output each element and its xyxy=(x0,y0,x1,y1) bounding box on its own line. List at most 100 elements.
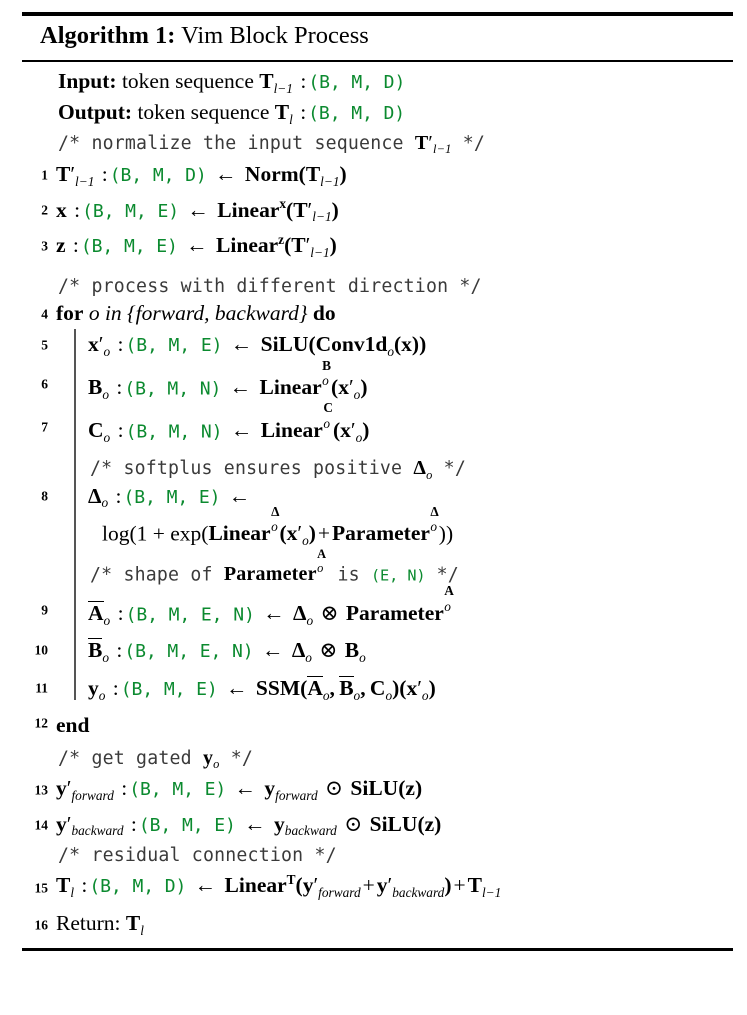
colon: : xyxy=(121,776,128,801)
line-number: 3 xyxy=(41,238,48,254)
keyword-for: for xyxy=(56,300,84,325)
line-5-lhs: x′o xyxy=(88,332,111,360)
line-15-lhs: Tl xyxy=(56,873,75,901)
line-6-rhs: Linear Bo (x′o) xyxy=(259,357,368,402)
algo-line-11: 11 yo : (B, M, E) ← SSM(Ao, Bo, Co)(x′o) xyxy=(22,669,733,707)
algo-line-3: 3 z : (B, M, E) ← Linearz(T′l−1) xyxy=(22,228,733,264)
assign-arrow: ← xyxy=(244,811,266,836)
line-6-shape: (B, M, N) xyxy=(124,378,222,400)
line-8-linear: Linear Δo (x′o) xyxy=(208,503,316,549)
comment-residual: /* residual connection */ xyxy=(22,843,733,869)
odot-icon: ⊙ xyxy=(325,776,344,801)
line-number: 4 xyxy=(41,305,48,321)
keyword-do: do xyxy=(312,300,336,325)
keyword-end: end xyxy=(56,713,90,738)
output-text: token sequence xyxy=(137,100,270,125)
for-loop-body: 5 x′o : (B, M, E) ← SiLU(Conv1do(x)) 6 Bo… xyxy=(22,327,733,706)
assign-arrow: ← xyxy=(187,197,209,222)
line-number: 14 xyxy=(34,817,49,833)
line-11-ssm: SSM(Ao, Bo, Co)(x′o) xyxy=(255,675,436,703)
line-13-lhs: y′forward xyxy=(56,776,114,803)
line-15-linear: LinearT(y′forward xyxy=(224,872,361,901)
line-10-lhs: Bo xyxy=(88,638,110,666)
line-number: 2 xyxy=(41,202,48,218)
comment-shape-value: (E, N) xyxy=(370,566,426,585)
output-label: Output: xyxy=(58,100,133,125)
line-8-shape: (B, M, E) xyxy=(123,486,221,508)
plus: + xyxy=(362,873,375,898)
algo-line-8-continuation: log(1 + exp(Linear Δo (x′o)+Parameter Δo)) xyxy=(22,503,733,549)
input-row: Input: token sequence Tl−1 : (B, M, D) xyxy=(22,66,733,98)
colon: : xyxy=(117,600,124,625)
line-8-log-open: log(1 + exp( xyxy=(102,521,209,546)
colon: : xyxy=(130,811,137,836)
algo-line-1: 1 T′l−1 : (B, M, D) ← Norm(Tl−1) xyxy=(22,157,733,193)
assign-arrow: ← xyxy=(229,375,252,400)
algo-line-6: 6 Bo : (B, M, N) ← Linear Bo (x′o) xyxy=(22,357,733,406)
algo-line-5: 5 x′o : (B, M, E) ← SiLU(Conv1do(x)) xyxy=(22,327,733,363)
comment-softplus-math: Δo xyxy=(413,457,433,482)
line-14-silu: SiLU(z) xyxy=(369,811,442,836)
algo-line-14: 14 y′backward : (B, M, E) ← ybackward ⊙ S… xyxy=(22,808,733,844)
line-1-shape: (B, M, D) xyxy=(109,165,207,187)
plus: + xyxy=(453,873,466,898)
line-10-b: Bo xyxy=(344,638,366,666)
line-2-shape: (B, M, E) xyxy=(82,200,179,222)
assign-arrow: ← xyxy=(261,638,284,663)
output-shape: (B, M, D) xyxy=(308,103,406,125)
line-14-lhs: y′backward xyxy=(56,811,124,839)
line-15-shape: (B, M, D) xyxy=(89,876,187,898)
line-number: 10 xyxy=(34,642,49,658)
assign-arrow: ← xyxy=(215,162,237,187)
line-11-lhs: yo xyxy=(88,675,106,703)
line-15-residual: Tl−1 xyxy=(467,873,502,901)
algo-line-12-end: 12 end xyxy=(22,706,733,740)
line-2-lhs: x xyxy=(56,197,67,222)
line-6-lhs: Bo xyxy=(88,375,110,402)
line-3-rhs: Linearz(T′l−1) xyxy=(216,231,337,260)
assign-arrow: ← xyxy=(194,873,217,898)
input-label: Input: xyxy=(58,68,117,93)
comment-gated-math: yo xyxy=(202,746,220,772)
line-7-rhs: Linear Co (x′o) xyxy=(260,400,370,445)
line-number: 9 xyxy=(41,602,48,618)
bottom-rule xyxy=(22,948,733,952)
line-2-rhs: Linearx(T′l−1) xyxy=(217,196,339,225)
comment-normalize-math: T′l−1 xyxy=(414,131,452,157)
line-number: 15 xyxy=(34,880,49,896)
algo-line-13: 13 y′forward : (B, M, E) ← yforward ⊙ SiL… xyxy=(22,772,733,808)
line-8-parameter: Parameter Δo xyxy=(332,503,439,546)
comment-residual-text: /* residual connection */ xyxy=(58,845,337,867)
algo-line-8: 8 Δo : (B, M, E) ← xyxy=(22,483,733,511)
assign-arrow: ← xyxy=(230,417,253,442)
plus: + xyxy=(317,521,331,546)
return-value: Tl xyxy=(125,910,144,938)
line-8-lhs: Δo xyxy=(88,483,109,511)
input-text: token sequence xyxy=(121,68,254,93)
line-3-shape: (B, M, E) xyxy=(80,236,178,258)
line-1-rhs: Norm(Tl−1) xyxy=(244,162,347,189)
comment-softplus-text: /* softplus ensures positive xyxy=(90,458,403,480)
line-number: 13 xyxy=(34,782,49,798)
line-9-shape: (B, M, E, N) xyxy=(125,603,255,625)
colon: : xyxy=(117,332,124,357)
line-14-shape: (B, M, E) xyxy=(138,814,236,836)
line-9-lhs: Ao xyxy=(88,600,111,628)
comment-gated: /* get gated yo */ xyxy=(58,746,254,772)
loop-variable: o in {forward, backward} xyxy=(88,300,308,325)
line-13-y: yforward xyxy=(264,776,318,803)
algo-line-10: 10 Bo : (B, M, E, N) ← Δo ⊗ Bo xyxy=(22,631,733,669)
line-14-y: ybackward xyxy=(274,811,337,839)
line-number: 11 xyxy=(35,679,48,695)
line-15-ybackward: y′backward) xyxy=(376,873,452,901)
assign-arrow: ← xyxy=(228,483,251,508)
comment-direction-text: /* process with different direction */ xyxy=(58,275,482,297)
colon: : xyxy=(116,375,123,400)
algo-line-4-for: 4 for o in {forward, backward} do xyxy=(22,300,733,328)
algorithm-title: Vim Block Process xyxy=(181,22,369,49)
colon: : xyxy=(81,873,88,898)
line-number: 5 xyxy=(41,337,48,353)
line-11-shape: (B, M, E) xyxy=(120,678,218,700)
line-3-lhs: z xyxy=(56,233,66,258)
algorithm-label: Algorithm 1: xyxy=(40,22,176,49)
